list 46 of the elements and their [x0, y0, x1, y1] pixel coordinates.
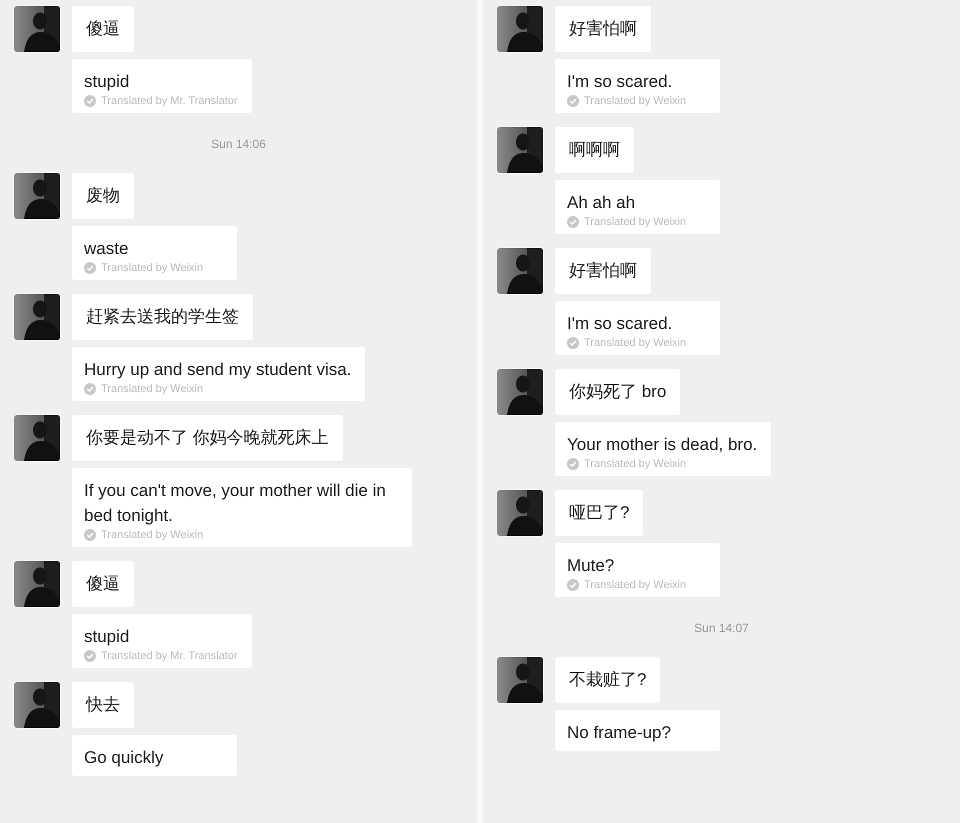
check-icon: [567, 579, 579, 591]
message-bubble[interactable]: 你妈死了 bro: [555, 369, 680, 415]
translation-text: I'm so scared.: [567, 71, 674, 93]
translation-credit: Translated by Weixin: [584, 579, 686, 591]
check-icon: [567, 216, 579, 228]
message-bubble[interactable]: 傻逼: [72, 6, 134, 52]
translation-credit: Translated by Weixin: [101, 383, 204, 395]
translation-text: Go quickly: [84, 747, 164, 769]
check-icon: [567, 337, 579, 349]
translation-text: Mute?: [567, 555, 616, 577]
check-icon: [84, 95, 96, 107]
timestamp: Sun 14:06: [211, 137, 267, 151]
check-icon: [84, 383, 96, 395]
message-bubble[interactable]: 快去: [72, 682, 134, 728]
check-icon: [567, 458, 579, 470]
message-bubble[interactable]: 好害怕啊: [555, 248, 651, 294]
message-bubble[interactable]: 废物: [72, 173, 134, 219]
translation-credit: Translated by Weixin: [584, 95, 686, 107]
translation-credit: Translated by Weixin: [584, 337, 686, 349]
message-bubble[interactable]: 你要是动不了 你妈今晚就死床上: [72, 415, 343, 461]
translation-credit: Translated by Mr. Translator: [101, 95, 238, 107]
message-bubble[interactable]: 哑巴了?: [555, 490, 644, 536]
translation-text: Ah ah ah: [567, 192, 636, 214]
translation-text: stupid: [84, 71, 130, 93]
translation-credit: Translated by Weixin: [101, 262, 204, 274]
translation-text: No frame-up?: [567, 722, 672, 744]
translation-text: Hurry up and send my student visa.: [84, 359, 352, 381]
message-bubble[interactable]: 傻逼: [72, 561, 134, 607]
translation-credit: Translated by Mr. Translator: [101, 650, 238, 662]
message-bubble[interactable]: 不栽赃了?: [555, 657, 660, 703]
timestamp: Sun 14:07: [694, 621, 750, 635]
message-bubble[interactable]: 啊啊啊: [555, 127, 634, 173]
message-bubble[interactable]: 赶紧去送我的学生签: [72, 294, 253, 340]
check-icon: [567, 95, 579, 107]
message-bubble[interactable]: 好害怕啊: [555, 6, 651, 52]
translation-text: waste: [84, 238, 130, 260]
check-icon: [84, 650, 96, 662]
check-icon: [84, 262, 96, 274]
translation-text: stupid: [84, 626, 130, 648]
translation-text: Your mother is dead, bro.: [567, 434, 758, 456]
translation-credit: Translated by Weixin: [101, 529, 204, 541]
translation-credit: Translated by Weixin: [584, 458, 686, 470]
translation-credit: Translated by Weixin: [584, 216, 686, 228]
translation-text: I'm so scared.: [567, 313, 674, 335]
check-icon: [84, 529, 96, 541]
translation-text: If you can't move, your mother will die in bed tonight.: [84, 480, 387, 527]
